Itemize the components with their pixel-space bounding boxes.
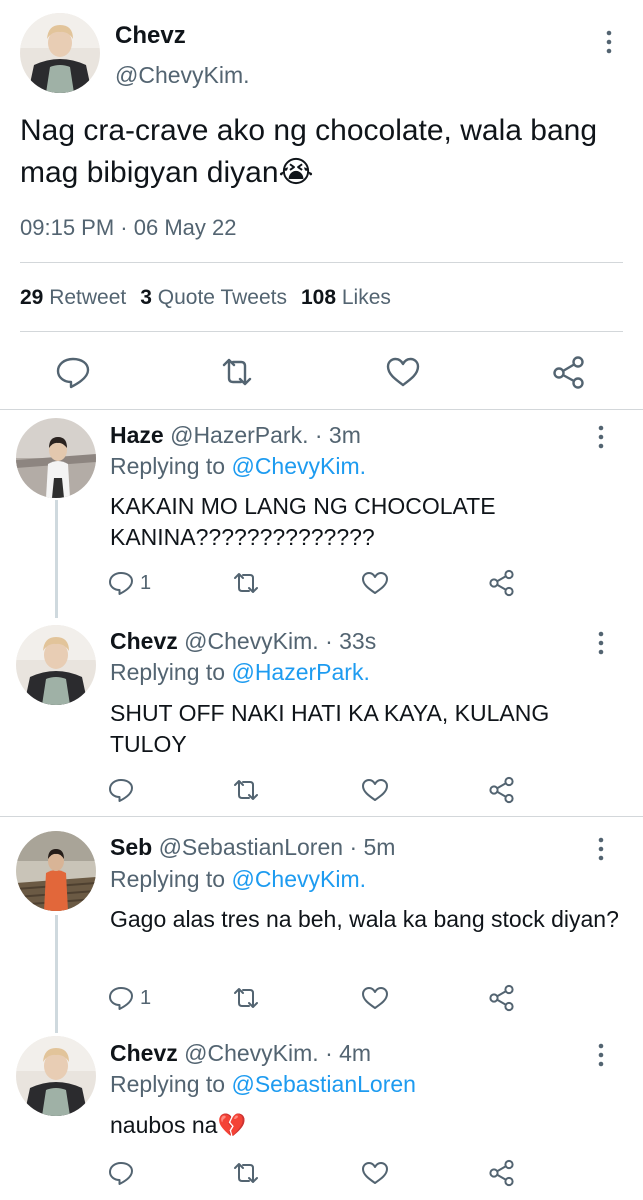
- reply-author-name[interactable]: Chevz: [110, 628, 178, 654]
- reply-tweet[interactable]: Seb @SebastianLoren · 5m Replying to @Ch…: [0, 817, 643, 1022]
- heart-icon[interactable]: [361, 568, 389, 598]
- reply-tweet[interactable]: Haze @HazerPark. · 3m Replying to @Chevy…: [0, 410, 643, 615]
- divider: [20, 262, 623, 263]
- replying-to: Replying to @ChevyKim.: [110, 453, 367, 479]
- retweet-icon[interactable]: [232, 775, 260, 805]
- more-vertical-icon[interactable]: [598, 28, 620, 56]
- avatar[interactable]: [16, 625, 96, 705]
- heart-icon[interactable]: [361, 983, 389, 1013]
- reply-text: Gago alas tres na beh, wala ka bang stoc…: [110, 906, 619, 932]
- replying-to: Replying to @ChevyKim.: [110, 866, 367, 892]
- avatar[interactable]: [20, 13, 100, 93]
- broken-heart-emoji: 💔: [217, 1112, 247, 1138]
- heart-icon[interactable]: [385, 355, 421, 389]
- share-icon[interactable]: [551, 355, 587, 389]
- mention-link[interactable]: @HazerPark.: [231, 659, 369, 685]
- likes-stat[interactable]: 108 Likes: [301, 286, 391, 309]
- reply-time: · 33s: [325, 628, 377, 654]
- reply-text: naubos na💔: [110, 1110, 620, 1141]
- mention-link[interactable]: @ChevyKim.: [231, 453, 366, 479]
- more-vertical-icon[interactable]: [590, 423, 612, 451]
- tweet-date: 06 May 22: [133, 215, 237, 240]
- reply-author-name[interactable]: Seb: [110, 834, 152, 860]
- more-vertical-icon[interactable]: [590, 1041, 612, 1069]
- mention-link[interactable]: @SebastianLoren: [231, 1071, 415, 1097]
- retweet-icon[interactable]: [232, 1158, 260, 1188]
- share-icon[interactable]: [488, 775, 516, 805]
- retweets-stat[interactable]: 29 Retweet: [20, 286, 126, 309]
- reply-time: · 4m: [325, 1040, 372, 1066]
- reply-icon[interactable]: [55, 355, 91, 389]
- author-handle[interactable]: @ChevyKim.: [115, 61, 250, 89]
- reply-text: SHUT OFF NAKI HATI KA KAYA, KULANG TULOY: [110, 700, 550, 757]
- reply-count: 1: [140, 571, 152, 594]
- retweet-icon[interactable]: [232, 568, 260, 598]
- retweet-icon[interactable]: [219, 355, 255, 389]
- crying-emoji: 😭: [278, 156, 314, 189]
- reply-author-handle[interactable]: @HazerPark.: [170, 422, 308, 448]
- mention-link[interactable]: @ChevyKim.: [231, 866, 366, 892]
- reply-button[interactable]: [108, 775, 140, 805]
- avatar[interactable]: [16, 1036, 96, 1116]
- reply-text-content: naubos na: [110, 1112, 218, 1138]
- reply-header: Haze @HazerPark. · 3m: [110, 420, 361, 450]
- tweet-text: Nag cra-crave ako ng chocolate, wala ban…: [20, 110, 620, 194]
- quote-tweets-stat[interactable]: 3 Quote Tweets: [140, 286, 287, 309]
- reply-header: Chevz @ChevyKim. · 4m: [110, 1038, 371, 1068]
- reply-author-name[interactable]: Chevz: [110, 1040, 178, 1066]
- reply-button[interactable]: 1: [108, 568, 151, 598]
- tweet-stats: 29 Retweet 3 Quote Tweets 108 Likes: [20, 284, 391, 312]
- reply-time: · 5m: [349, 834, 396, 860]
- avatar[interactable]: [16, 418, 96, 498]
- avatar[interactable]: [16, 831, 96, 911]
- reply-tweet[interactable]: Chevz @ChevyKim. · 33s Replying to @Haze…: [0, 615, 643, 815]
- reply-text: KAKAIN MO LANG NG CHOCOLATE KANINA??????…: [110, 493, 496, 550]
- reply-tweet[interactable]: Chevz @ChevyKim. · 4m Replying to @Sebas…: [0, 1022, 643, 1200]
- share-icon[interactable]: [488, 1158, 516, 1188]
- reply-count: 1: [140, 986, 152, 1009]
- main-tweet: Chevz @ChevyKim. Nag cra-crave ako ng ch…: [0, 0, 643, 410]
- reply-button[interactable]: [108, 1158, 140, 1188]
- heart-icon[interactable]: [361, 775, 389, 805]
- tweet-time: 09:15 PM: [20, 215, 115, 240]
- replying-to: Replying to @SebastianLoren: [110, 1071, 416, 1097]
- reply-button[interactable]: 1: [108, 983, 151, 1013]
- divider: [20, 331, 623, 332]
- heart-icon[interactable]: [361, 1158, 389, 1188]
- more-vertical-icon[interactable]: [590, 629, 612, 657]
- more-vertical-icon[interactable]: [590, 835, 612, 863]
- retweet-icon[interactable]: [232, 983, 260, 1013]
- reply-author-handle[interactable]: @ChevyKim.: [184, 1040, 319, 1066]
- share-icon[interactable]: [488, 568, 516, 598]
- tweet-timestamp[interactable]: 09:15 PM · 06 May 22: [20, 213, 236, 243]
- reply-header: Seb @SebastianLoren · 5m: [110, 832, 395, 862]
- share-icon[interactable]: [488, 983, 516, 1013]
- author-name[interactable]: Chevz: [115, 22, 186, 50]
- replying-to: Replying to @HazerPark.: [110, 659, 370, 685]
- dot-separator: ·: [120, 215, 128, 240]
- reply-author-name[interactable]: Haze: [110, 422, 164, 448]
- reply-author-handle[interactable]: @ChevyKim.: [184, 628, 319, 654]
- reply-author-handle[interactable]: @SebastianLoren: [159, 834, 343, 860]
- reply-header: Chevz @ChevyKim. · 33s: [110, 626, 376, 656]
- reply-time: · 3m: [314, 422, 361, 448]
